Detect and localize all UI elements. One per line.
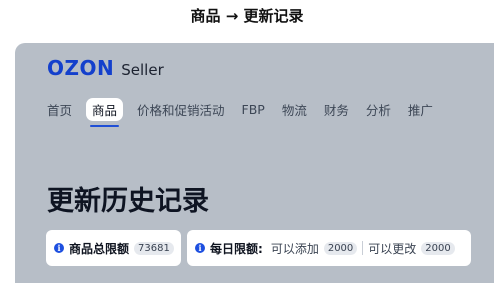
brand[interactable]: OZON Seller bbox=[47, 56, 164, 80]
daily-limit-label: 每日限额: bbox=[210, 241, 263, 256]
nav-item-home[interactable]: 首页 bbox=[47, 98, 72, 121]
divider bbox=[362, 241, 364, 255]
total-limit-label: 商品总限额 bbox=[69, 241, 130, 256]
ozon-logo: OZON bbox=[47, 56, 115, 80]
nav-item-finance[interactable]: 财务 bbox=[324, 98, 349, 121]
app-window: OZON Seller 首页 商品 价格和促销活动 FBP 物流 财务 分析 推… bbox=[15, 43, 494, 283]
info-icon[interactable]: i bbox=[54, 243, 64, 253]
caption-title: 商品 → 更新记录 bbox=[190, 7, 304, 25]
page-title: 更新历史记录 bbox=[47, 186, 209, 217]
nav-item-fbp[interactable]: FBP bbox=[242, 100, 265, 119]
daily-limit-chip: i 每日限额: 可以添加 2000 可以更改 2000 bbox=[187, 230, 471, 266]
info-icon[interactable]: i bbox=[195, 243, 205, 253]
daily-add-value: 2000 bbox=[323, 241, 358, 255]
total-limit-chip: i 商品总限额 73681 bbox=[46, 230, 181, 266]
nav-item-prices-promotions[interactable]: 价格和促销活动 bbox=[137, 98, 225, 121]
nav-item-analytics[interactable]: 分析 bbox=[366, 98, 391, 121]
daily-add-label: 可以添加 bbox=[270, 241, 319, 256]
nav-item-products[interactable]: 商品 bbox=[86, 98, 124, 127]
total-limit-value: 73681 bbox=[134, 241, 174, 255]
top-nav: 首页 商品 价格和促销活动 FBP 物流 财务 分析 推广 bbox=[47, 98, 450, 127]
daily-change-label: 可以更改 bbox=[368, 241, 417, 256]
brand-product-name: Seller bbox=[121, 61, 164, 79]
nav-item-logistics[interactable]: 物流 bbox=[282, 98, 307, 121]
nav-item-promotion[interactable]: 推广 bbox=[408, 98, 433, 121]
daily-change-value: 2000 bbox=[421, 241, 455, 255]
